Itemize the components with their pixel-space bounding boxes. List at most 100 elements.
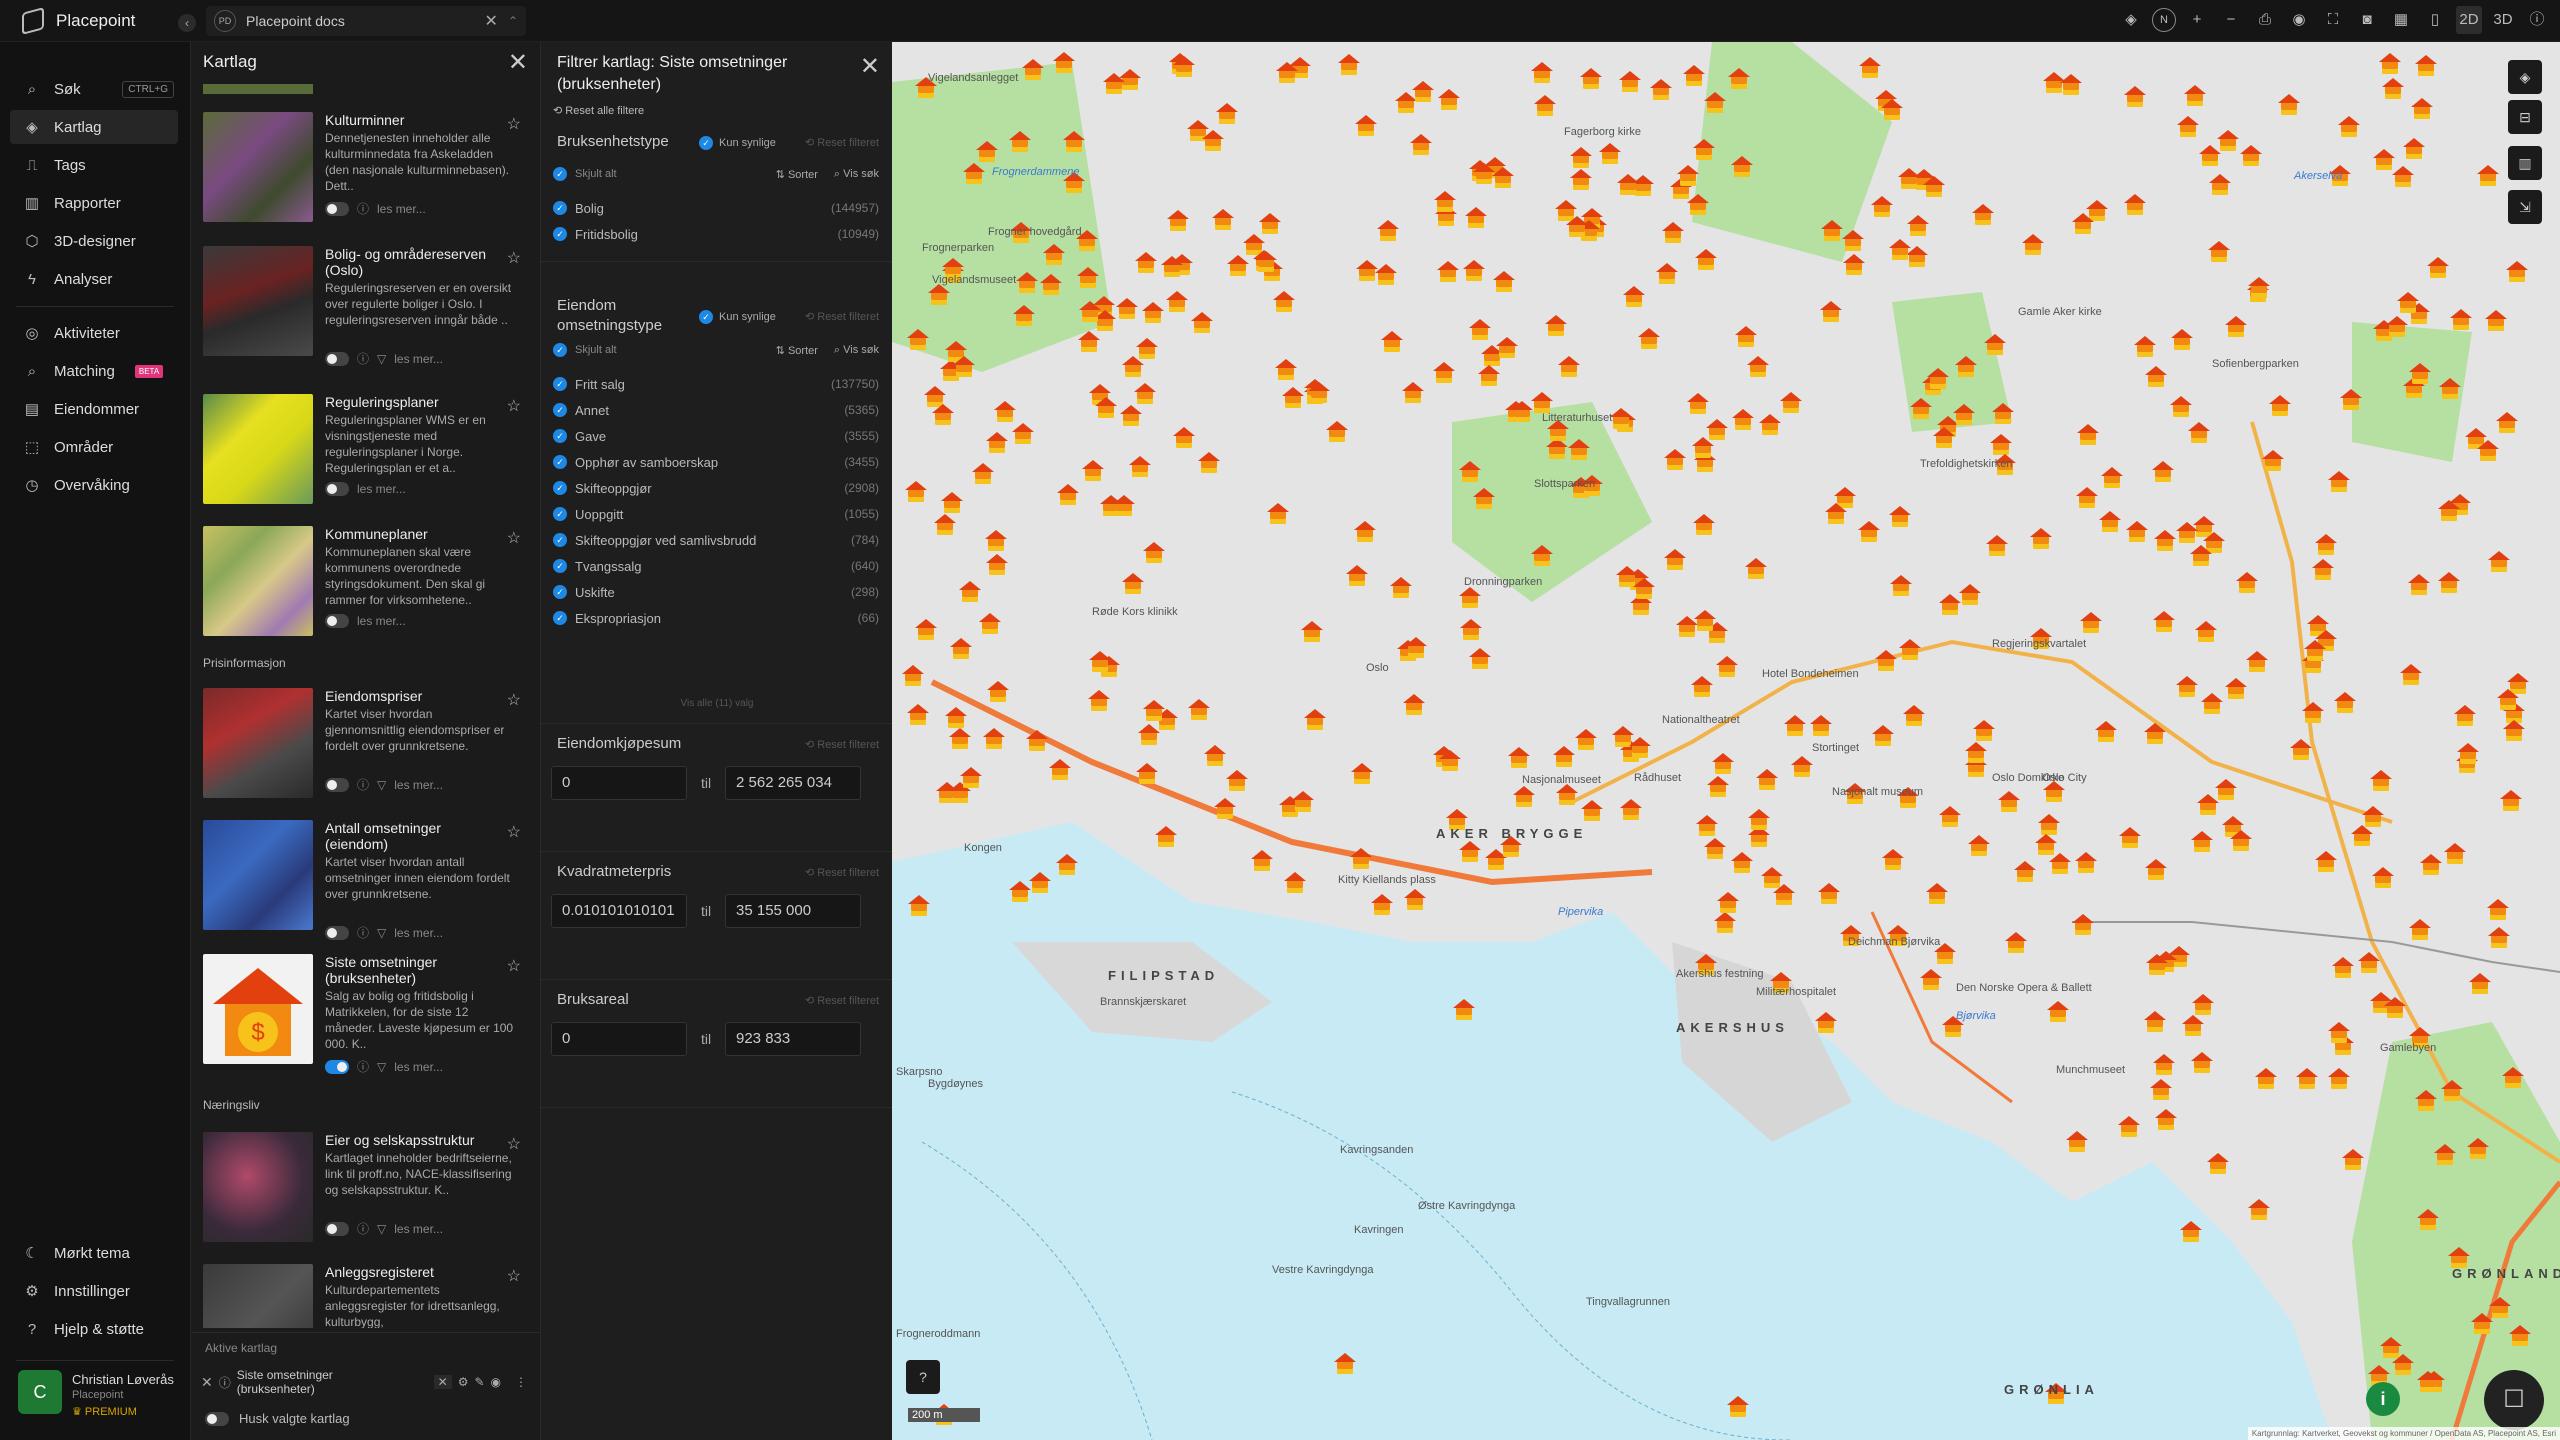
house-marker-icon[interactable] (2176, 116, 2199, 138)
nav-item-kartlag[interactable]: ◈ Kartlag (10, 110, 178, 144)
house-marker-icon[interactable] (2426, 257, 2449, 279)
edit-icon[interactable]: ✎ (474, 1375, 484, 1389)
house-marker-icon[interactable] (2416, 1371, 2439, 1393)
min-input[interactable]: 0 (551, 766, 687, 800)
house-marker-icon[interactable] (1087, 690, 1110, 712)
house-marker-icon[interactable] (2327, 1022, 2350, 1044)
house-marker-icon[interactable] (979, 612, 1002, 635)
house-marker-icon[interactable] (1255, 251, 1278, 273)
house-marker-icon[interactable] (1380, 331, 1403, 353)
house-marker-icon[interactable] (2502, 719, 2525, 742)
read-more-link[interactable]: les mer... (394, 778, 443, 792)
house-marker-icon[interactable] (1714, 912, 1737, 934)
nav-item-tags[interactable]: ⎍ Tags (10, 148, 178, 182)
read-more-link[interactable]: les mer... (394, 352, 443, 366)
house-marker-icon[interactable] (1141, 301, 1164, 324)
house-marker-icon[interactable] (962, 163, 985, 185)
house-marker-icon[interactable] (1134, 382, 1157, 405)
house-marker-icon[interactable] (2385, 315, 2408, 338)
zoom-in-button[interactable]: + (2184, 6, 2210, 34)
workspace-tab[interactable]: PD Placepoint docs ✕ ⌃ (206, 6, 526, 36)
house-marker-icon[interactable] (2262, 449, 2285, 472)
house-marker-icon[interactable] (1952, 404, 1975, 426)
house-marker-icon[interactable] (2372, 866, 2395, 889)
house-marker-icon[interactable] (1692, 436, 1715, 459)
house-marker-icon[interactable] (2208, 241, 2231, 263)
house-marker-icon[interactable] (1203, 745, 1226, 767)
house-marker-icon[interactable] (2337, 116, 2360, 138)
house-marker-icon[interactable] (1226, 769, 1249, 792)
house-marker-icon[interactable] (2153, 530, 2176, 552)
house-marker-icon[interactable] (2415, 1089, 2438, 1112)
house-marker-icon[interactable] (1843, 253, 1866, 276)
house-marker-icon[interactable] (2268, 395, 2291, 417)
nav-item-overvaking[interactable]: ◷ Overvåking (10, 468, 178, 502)
house-marker-icon[interactable] (1655, 263, 1678, 285)
house-marker-icon[interactable] (1622, 286, 1645, 308)
house-marker-icon[interactable] (1112, 494, 1135, 517)
filter-row[interactable]: ✓ Ekspropriasjon (66) (553, 606, 879, 630)
read-more-link[interactable]: les mer... (394, 1222, 443, 1236)
house-marker-icon[interactable] (2208, 174, 2231, 196)
layer-toggle[interactable] (325, 351, 349, 366)
max-input[interactable]: 2 562 265 034 (725, 766, 861, 800)
user-profile[interactable]: C Christian Løverås Placepoint ♛ PREMIUM (16, 1332, 186, 1424)
house-marker-icon[interactable] (2382, 78, 2405, 100)
house-marker-icon[interactable] (2014, 861, 2037, 883)
house-marker-icon[interactable] (2339, 388, 2362, 411)
house-marker-icon[interactable] (2133, 335, 2156, 358)
house-marker-icon[interactable] (2301, 701, 2324, 724)
camera-icon[interactable]: ◙ (2354, 6, 2380, 34)
eye-icon[interactable]: ◉ (491, 1375, 501, 1389)
house-marker-icon[interactable] (1122, 573, 1145, 595)
info-icon[interactable]: ⓘ (357, 200, 369, 217)
filter-row[interactable]: ✓ Opphør av samboerskap (3455) (553, 450, 879, 474)
house-marker-icon[interactable] (2378, 53, 2401, 75)
remember-toggle[interactable] (205, 1411, 229, 1426)
house-marker-icon[interactable] (1544, 314, 1567, 337)
filter-row[interactable]: ✓ Skifteoppgjør (2908) (553, 476, 879, 500)
house-marker-icon[interactable] (985, 553, 1008, 576)
house-marker-icon[interactable] (1081, 460, 1104, 482)
house-marker-icon[interactable] (1926, 368, 1949, 390)
house-marker-icon[interactable] (2469, 972, 2492, 995)
house-marker-icon[interactable] (1214, 797, 1237, 820)
house-marker-icon[interactable] (1197, 452, 1220, 474)
house-marker-icon[interactable] (1405, 636, 1428, 659)
house-marker-icon[interactable] (1881, 98, 1904, 121)
measure-button[interactable]: ⊟ (2508, 100, 2542, 134)
house-marker-icon[interactable] (1062, 131, 1085, 153)
house-marker-icon[interactable] (1202, 129, 1225, 152)
filter-row-hide-all[interactable]: ✓ Skjult alt ⇅ Sorter ⌕ Vis søk (553, 162, 879, 186)
house-marker-icon[interactable] (2369, 770, 2392, 792)
house-marker-icon[interactable] (1496, 336, 1519, 359)
house-marker-icon[interactable] (1142, 541, 1165, 564)
house-marker-icon[interactable] (1089, 650, 1112, 673)
house-marker-icon[interactable] (1116, 298, 1139, 320)
reset-filter-button[interactable]: ⟲ Reset filteret (805, 738, 879, 751)
house-marker-icon[interactable] (2188, 422, 2211, 444)
house-marker-icon[interactable] (2415, 55, 2438, 77)
house-marker-icon[interactable] (1078, 331, 1101, 353)
house-marker-icon[interactable] (1026, 730, 1049, 752)
house-marker-icon[interactable] (1968, 834, 1991, 857)
house-marker-icon[interactable] (1166, 210, 1189, 232)
house-marker-icon[interactable] (1433, 190, 1456, 213)
house-marker-icon[interactable] (1570, 147, 1593, 169)
house-marker-icon[interactable] (1983, 334, 2006, 356)
house-marker-icon[interactable] (1349, 848, 1372, 870)
nav-item-matching[interactable]: ⌕ Matching BETA (10, 354, 178, 388)
house-marker-icon[interactable] (1580, 67, 1603, 90)
house-marker-icon[interactable] (1553, 745, 1576, 768)
house-marker-icon[interactable] (1888, 505, 1911, 528)
zoom-out-button[interactable]: − (2218, 6, 2244, 34)
house-marker-icon[interactable] (950, 638, 973, 660)
house-marker-icon[interactable] (1567, 438, 1590, 461)
house-marker-icon[interactable] (1919, 969, 1942, 991)
house-marker-icon[interactable] (1211, 208, 1234, 231)
house-marker-icon[interactable] (1711, 752, 1734, 775)
house-marker-icon[interactable] (1190, 311, 1213, 334)
house-marker-icon[interactable] (1258, 213, 1281, 235)
mode-3d-button[interactable]: 3D (2490, 6, 2516, 34)
house-marker-icon[interactable] (1715, 655, 1738, 678)
